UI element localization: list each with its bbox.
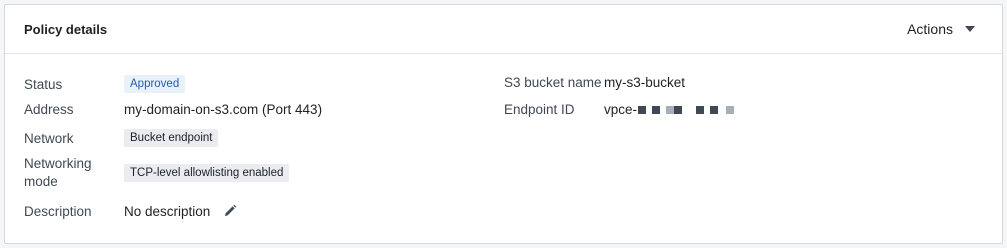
address-row: Address my-domain-on-s3.com (Port 443) <box>24 102 322 117</box>
networking-mode-tag: TCP-level allowlisting enabled <box>124 164 290 182</box>
networking-mode-label-line1: Networking <box>24 156 92 171</box>
policy-details-card: Policy details Actions Status Approved A… <box>4 4 1003 244</box>
description-value: No description <box>124 203 211 219</box>
card-header: Policy details Actions <box>5 5 1002 54</box>
caret-down-icon <box>965 26 975 32</box>
status-badge: Approved <box>124 75 186 93</box>
card-body: Status Approved Address my-domain-on-s3.… <box>5 54 1002 244</box>
endpoint-row: Endpoint ID vpce- <box>504 102 740 117</box>
endpoint-value: vpce- <box>604 102 740 117</box>
actions-menu-button[interactable]: Actions <box>901 17 981 41</box>
status-row: Status Approved <box>24 75 186 93</box>
address-value: my-domain-on-s3.com (Port 443) <box>124 102 323 117</box>
networking-mode-label-line2: mode <box>24 174 58 189</box>
description-label: Description <box>24 203 92 219</box>
endpoint-prefix: vpce- <box>604 102 638 117</box>
networking-mode-label: Networking mode <box>24 155 124 191</box>
network-label: Network <box>24 130 74 146</box>
description-row: Description No description <box>24 203 238 219</box>
endpoint-label: Endpoint ID <box>504 102 575 117</box>
network-tag: Bucket endpoint <box>124 129 219 147</box>
bucket-value: my-s3-bucket <box>604 75 686 90</box>
bucket-label: S3 bucket name <box>504 75 602 90</box>
card-title: Policy details <box>24 21 108 37</box>
status-label: Status <box>24 76 63 92</box>
redacted-endpoint-id <box>638 106 740 114</box>
actions-label: Actions <box>907 21 953 37</box>
network-row: Network Bucket endpoint <box>24 129 219 147</box>
pencil-icon[interactable] <box>222 203 238 219</box>
address-label: Address <box>24 102 74 117</box>
networking-mode-row: Networking mode TCP-level allowlisting e… <box>24 155 290 191</box>
bucket-row: S3 bucket name my-s3-bucket <box>504 75 685 90</box>
